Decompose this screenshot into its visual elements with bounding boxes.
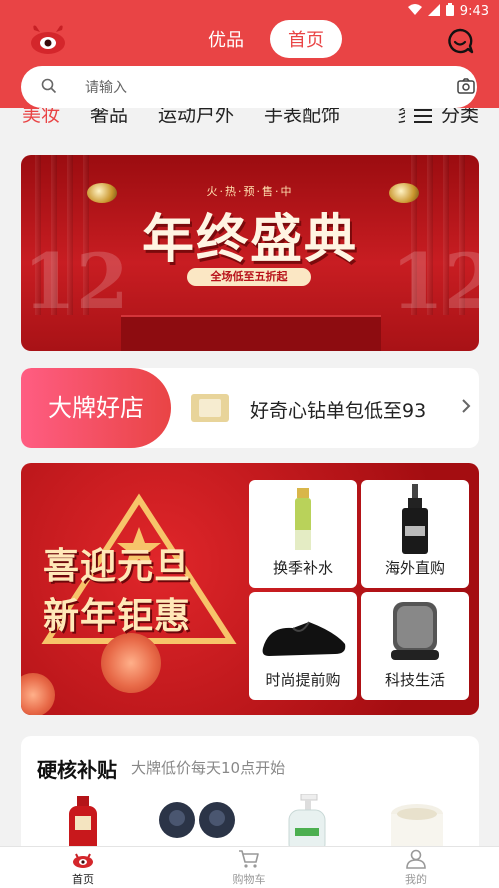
sanitizer-bottle-image[interactable] bbox=[283, 794, 331, 854]
camera-icon[interactable] bbox=[457, 78, 475, 98]
cream-jar-image[interactable] bbox=[387, 794, 447, 854]
banner-headline: 年终盛典 bbox=[141, 210, 358, 270]
header-tabs: 优品 首页 bbox=[198, 20, 342, 58]
app-header: 优品 首页 bbox=[0, 18, 499, 62]
tab-home[interactable]: 首页 bbox=[270, 20, 342, 58]
promo-title-line2: 新年钜惠 bbox=[43, 596, 192, 637]
earbuds-image[interactable] bbox=[155, 794, 239, 854]
tile-fashion-label: 时尚提前购 bbox=[265, 671, 341, 689]
brand-promo-text: 好奇心钻单包低至93 bbox=[250, 400, 427, 422]
tile-tech[interactable]: 科技生活 bbox=[361, 592, 469, 700]
subsidy-subtitle: 大牌低价每天10点开始 bbox=[131, 759, 286, 777]
promo-tile-grid: 换季补水 海外直购 时尚提前购 科技生活 bbox=[249, 480, 469, 702]
nav-profile[interactable]: 我的 bbox=[376, 849, 456, 887]
search-input[interactable]: 请输入 bbox=[85, 77, 127, 97]
category-item-beauty[interactable]: 美妆 bbox=[22, 108, 60, 127]
nav-profile-label: 我的 bbox=[405, 873, 427, 886]
tile-fashion[interactable]: 时尚提前购 bbox=[249, 592, 357, 700]
category-item-partial: 多 bbox=[397, 108, 405, 127]
nav-cart-label: 购物车 bbox=[232, 873, 266, 886]
banner-pill: 全场低至五折起 bbox=[187, 268, 311, 286]
chat-icon[interactable] bbox=[446, 27, 474, 55]
category-item-watches[interactable]: 手表配饰 bbox=[264, 108, 340, 127]
tab-youpin[interactable]: 优品 bbox=[198, 20, 254, 58]
gift-box-icon bbox=[191, 394, 229, 422]
menu-icon bbox=[413, 108, 433, 131]
category-menu-button[interactable]: 多 分类 bbox=[385, 108, 480, 131]
tile-hydration-label: 换季补水 bbox=[272, 559, 333, 577]
tile-tech-label: 科技生活 bbox=[384, 671, 445, 689]
nav-home-label: 首页 bbox=[72, 873, 94, 886]
chevron-right-icon bbox=[461, 398, 471, 419]
nav-cart[interactable]: 购物车 bbox=[209, 849, 289, 887]
brand-store-strip[interactable]: 大牌好店 好奇心钻单包低至93 bbox=[21, 368, 479, 448]
tile-overseas-label: 海外直购 bbox=[384, 559, 445, 577]
cart-icon bbox=[239, 850, 259, 868]
skincare-tube-icon bbox=[295, 488, 311, 550]
category-item-sports[interactable]: 运动户外 bbox=[158, 108, 234, 127]
serum-bottle-icon bbox=[402, 484, 428, 554]
category-strip: 美妆 奢品 运动户外 手表配饰 多 分类 bbox=[0, 108, 499, 138]
subsidy-title: 硬核补贴 bbox=[37, 758, 117, 782]
top-header: 9:43 优品 首页 请输入 bbox=[0, 0, 499, 120]
tile-overseas[interactable]: 海外直购 bbox=[361, 480, 469, 588]
search-bar[interactable]: 请输入 bbox=[21, 66, 477, 108]
bottom-nav: 首页 购物车 我的 bbox=[0, 846, 499, 888]
home-mascot-icon bbox=[73, 853, 93, 868]
promo-banner[interactable]: 12 12 火·热·预·售·中 年终盛典 全场低至五折起 bbox=[21, 155, 479, 351]
status-time: 9:43 bbox=[459, 4, 489, 19]
flower-decoration bbox=[101, 633, 161, 693]
category-menu-label: 分类 bbox=[441, 108, 480, 126]
app-logo bbox=[28, 22, 68, 56]
speaker-icon bbox=[391, 602, 439, 660]
banner-stage bbox=[121, 315, 381, 351]
tile-hydration[interactable]: 换季补水 bbox=[249, 480, 357, 588]
leather-shoe-icon bbox=[262, 621, 346, 656]
nav-home[interactable]: 首页 bbox=[43, 849, 123, 887]
user-icon bbox=[406, 849, 426, 869]
promo-title-line1: 喜迎元旦 bbox=[43, 546, 192, 587]
search-icon bbox=[41, 78, 57, 98]
shampoo-bottle-image[interactable] bbox=[61, 794, 105, 854]
brand-store-badge: 大牌好店 bbox=[21, 368, 171, 448]
flower-decoration bbox=[21, 673, 55, 715]
category-item-luxury[interactable]: 奢品 bbox=[90, 108, 128, 127]
